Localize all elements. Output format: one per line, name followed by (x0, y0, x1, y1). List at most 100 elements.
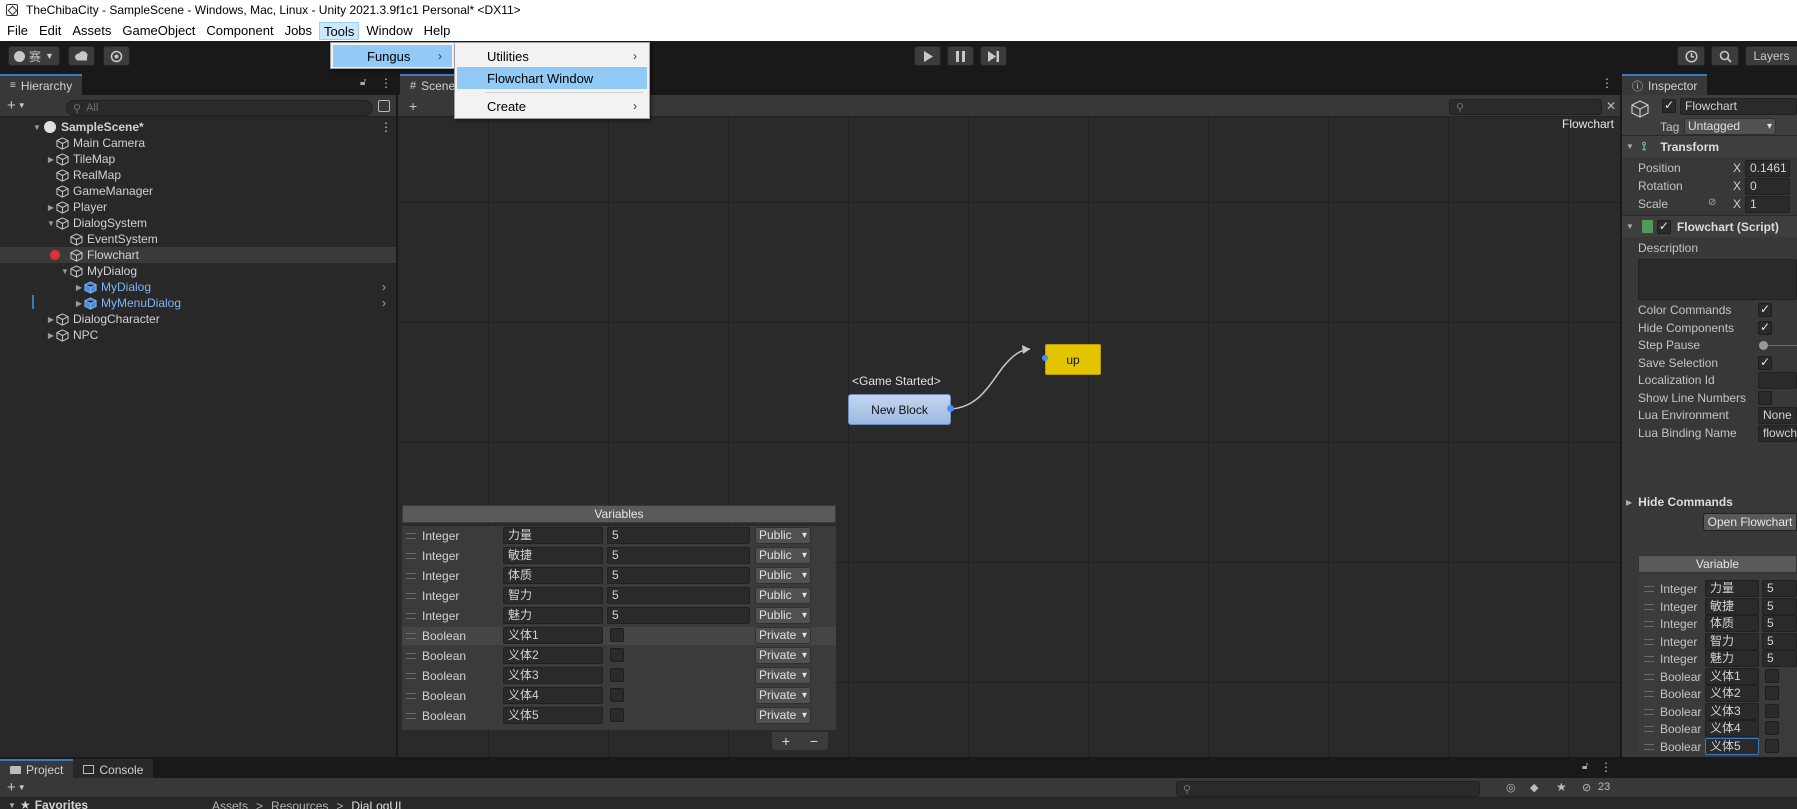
kebab-menu-icon[interactable]: ⋮ (1600, 760, 1612, 774)
history-button[interactable] (1677, 46, 1705, 66)
hierarchy-item[interactable]: EventSystem (0, 231, 396, 247)
menu-file[interactable]: File (3, 22, 32, 40)
hierarchy-item[interactable]: ▼ DialogSystem (0, 215, 396, 231)
object-name-field[interactable]: Flowchart (1680, 98, 1797, 115)
description-field[interactable] (1638, 259, 1797, 300)
menu-item-fungus[interactable]: Fungus › (333, 45, 452, 67)
drag-handle-icon[interactable] (1644, 638, 1654, 645)
variable-key-field[interactable]: 义体3 (503, 667, 603, 684)
constrain-proportions-icon[interactable]: ⊘ (1708, 197, 1716, 208)
variable-scope-dropdown[interactable]: Private (755, 707, 811, 724)
variable-scope-dropdown[interactable]: Private (755, 687, 811, 704)
variable-key-field[interactable]: 力量 (503, 527, 603, 544)
drag-handle-icon[interactable] (1644, 621, 1654, 627)
variable-scope-dropdown[interactable]: Private (755, 647, 811, 664)
drag-handle-icon[interactable] (1644, 708, 1654, 715)
transform-header[interactable]: ▼ ⟟ Transform (1622, 135, 1797, 157)
menu-item-utilities[interactable]: Utilities › (457, 45, 647, 67)
variable-key-field[interactable]: 义体5 (503, 707, 603, 724)
active-checkbox[interactable] (1662, 98, 1676, 113)
drag-handle-icon[interactable] (1644, 656, 1654, 662)
drag-handle-icon[interactable] (406, 693, 416, 699)
menu-jobs[interactable]: Jobs (281, 22, 316, 40)
menu-edit[interactable]: Edit (35, 22, 65, 40)
hierarchy-item[interactable]: ▼ MyDialog (0, 263, 396, 279)
scene-visibility-icon[interactable] (378, 100, 390, 112)
foldout-arrow-icon[interactable]: ▶ (74, 299, 84, 308)
scale-x-field[interactable]: 1 (1745, 196, 1790, 213)
inspector-field-input[interactable]: None (1758, 407, 1797, 424)
menu-component[interactable]: Component (202, 22, 277, 40)
inspector-variable-key-field[interactable]: 义体2 (1705, 685, 1759, 702)
inspector-variable-value-field[interactable]: 5 (1762, 615, 1797, 632)
inspector-variable-key-field[interactable]: 体质 (1705, 615, 1759, 632)
lock-icon[interactable]: 🔓︎ (360, 77, 366, 88)
inspector-variable-value-field[interactable]: 5 (1762, 580, 1797, 597)
variable-key-field[interactable]: 体质 (503, 567, 603, 584)
menu-gameobject[interactable]: GameObject (118, 22, 199, 40)
foldout-arrow-icon[interactable]: ▶ (46, 315, 56, 324)
inspector-variable-key-field[interactable]: 魅力 (1705, 650, 1759, 667)
search-by-label-icon[interactable]: ◆ (1530, 781, 1538, 794)
favorites-foldout[interactable]: ▼ ★ Favorites (8, 798, 88, 809)
position-x-field[interactable]: 0.1461 (1745, 160, 1790, 177)
variable-key-field[interactable]: 义体2 (503, 647, 603, 664)
layers-dropdown[interactable]: Layers (1745, 46, 1797, 66)
hierarchy-item[interactable]: GameManager (0, 183, 396, 199)
variable-value-field[interactable]: 5 (607, 567, 750, 584)
chevron-down-icon[interactable]: ▼ (18, 783, 26, 792)
collab-button[interactable] (103, 46, 130, 66)
open-flowchart-button[interactable]: Open Flowchart (1703, 513, 1797, 531)
variable-value-field[interactable]: 5 (607, 587, 750, 604)
new-block-node[interactable]: New Block (848, 394, 951, 425)
hierarchy-item[interactable]: Flowchart (0, 247, 396, 263)
inspector-field-checkbox[interactable] (1758, 355, 1772, 370)
variable-value-field[interactable]: 5 (607, 527, 750, 544)
foldout-arrow-icon[interactable]: ▶ (46, 203, 56, 212)
drag-handle-icon[interactable] (406, 673, 416, 679)
hierarchy-item[interactable]: ▶ NPC (0, 327, 396, 343)
menu-tools[interactable]: Tools (319, 21, 360, 40)
foldout-arrow-icon[interactable]: ▼ (46, 219, 56, 228)
variable-value-checkbox[interactable] (610, 668, 624, 682)
remove-variable-button[interactable]: − (810, 733, 818, 749)
tab-inspector[interactable]: ⓘ Inspector (1622, 74, 1708, 95)
drag-handle-icon[interactable] (1644, 603, 1654, 610)
foldout-arrow-icon[interactable]: ▶ (74, 283, 84, 292)
variable-key-field[interactable]: 魅力 (503, 607, 603, 624)
variable-value-checkbox[interactable] (610, 688, 624, 702)
breadcrumb-item[interactable]: Assets (212, 799, 248, 809)
step-pause-slider-track[interactable] (1768, 345, 1797, 346)
rotation-x-field[interactable]: 0 (1745, 178, 1790, 195)
variable-key-field[interactable]: 义体1 (503, 627, 603, 644)
close-icon[interactable]: ✕ (1606, 99, 1616, 113)
menu-assets[interactable]: Assets (68, 22, 115, 40)
hierarchy-item[interactable]: ▶ TileMap (0, 151, 396, 167)
menu-item-create[interactable]: Create › (457, 95, 647, 117)
drag-handle-icon[interactable] (406, 633, 416, 639)
chevron-right-icon[interactable]: › (382, 296, 386, 310)
menu-window[interactable]: Window (362, 22, 416, 40)
variable-key-field[interactable]: 敏捷 (503, 547, 603, 564)
hierarchy-item[interactable]: Main Camera (0, 135, 396, 151)
drag-handle-icon[interactable] (1644, 743, 1654, 750)
lock-icon[interactable]: 🔓︎ (1582, 761, 1588, 772)
pause-button[interactable] (947, 46, 974, 66)
variables-header[interactable]: Variables (402, 505, 836, 523)
chevron-down-icon[interactable]: ▼ (18, 101, 26, 110)
breadcrumb-item[interactable]: Resources (271, 799, 328, 809)
tab-console[interactable]: Console (73, 759, 154, 778)
search-by-type-icon[interactable]: ◎ (1506, 781, 1516, 794)
play-button[interactable] (914, 46, 941, 66)
inspector-variable-key-field[interactable]: 义体3 (1705, 702, 1759, 720)
drag-handle-icon[interactable] (1644, 726, 1654, 732)
step-button[interactable] (980, 46, 1007, 66)
inspector-variable-checkbox[interactable] (1765, 721, 1779, 735)
inspector-variable-checkbox[interactable] (1765, 686, 1779, 700)
hierarchy-item[interactable]: ▶ DialogCharacter (0, 311, 396, 327)
variable-value-checkbox[interactable] (610, 708, 624, 722)
variable-value-field[interactable]: 5 (607, 607, 750, 624)
foldout-arrow-icon[interactable]: ▼ (60, 267, 70, 276)
flowchart-canvas[interactable]: Flowchart <Game Started> New Block up Va… (398, 117, 1620, 757)
inspector-variable-key-field[interactable]: 智力 (1705, 632, 1759, 650)
